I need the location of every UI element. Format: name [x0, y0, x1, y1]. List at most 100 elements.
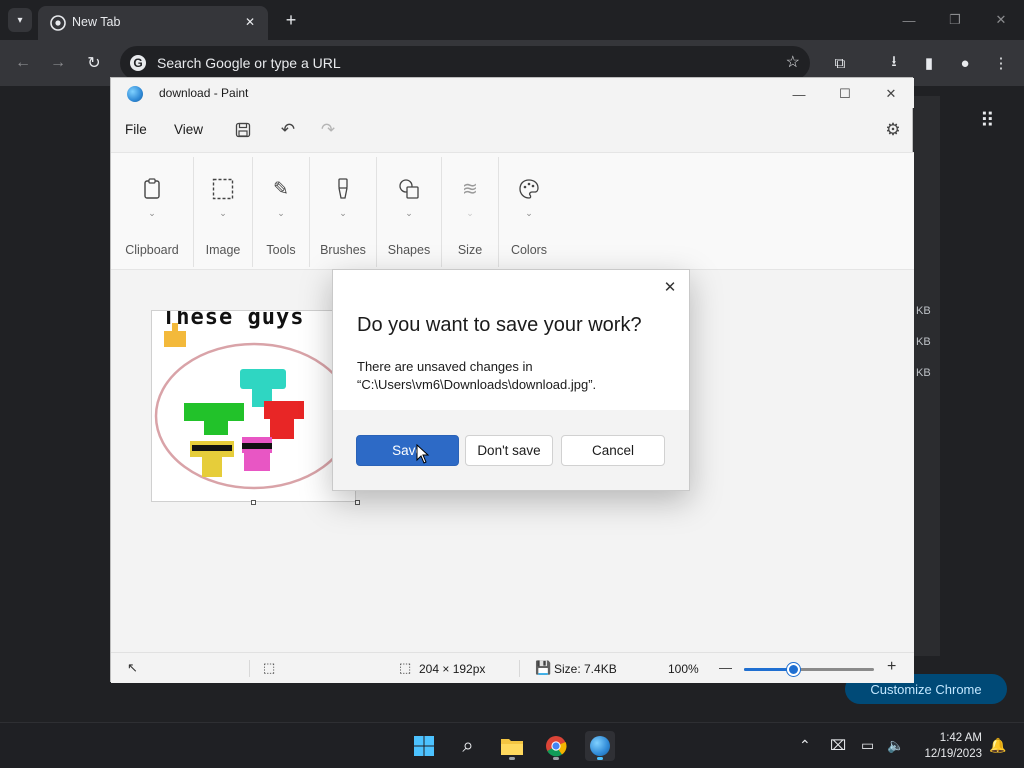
tools-icon: ✎	[273, 178, 289, 200]
close-icon[interactable]: ✕	[986, 8, 1016, 32]
paint-titlebar: download - Paint — ☐ ✕	[111, 78, 914, 108]
running-indicator	[509, 757, 515, 760]
zoom-slider-thumb[interactable]	[787, 663, 801, 676]
paint-taskbar-icon[interactable]	[585, 731, 615, 761]
divider	[249, 660, 250, 677]
size-icon: ≋	[462, 178, 478, 200]
statusbar: ↖ ⬚ ⬚ 204 × 192px 💾 Size: 7.4KB 100% — +	[111, 652, 914, 683]
chevron-down-icon: ⌄	[148, 207, 156, 218]
ribbon: ⌄ Clipboard ⌄ Image ✎ ⌄ Tools ⌄ Brushes	[111, 152, 914, 270]
palette-icon	[517, 177, 541, 201]
canvas-size-icon: ⬚	[399, 660, 412, 675]
ribbon-group-image[interactable]: ⌄ Image	[194, 153, 252, 271]
back-icon[interactable]: ←	[12, 52, 34, 74]
cancel-button[interactable]: Cancel	[561, 435, 665, 466]
mouse-cursor-icon	[416, 444, 430, 464]
taskbar: ⌕ ⌃ ⌧ ▭ 🔈 1:42 AM 12/19/2023 🔔	[0, 722, 1024, 768]
ribbon-label: Clipboard	[125, 243, 179, 257]
apps-grid-icon[interactable]: ⠿	[980, 108, 995, 133]
zoom-slider[interactable]	[744, 663, 874, 676]
side-size-label: KB	[916, 305, 931, 317]
chrome-taskbar-icon[interactable]	[541, 731, 571, 761]
start-icon[interactable]	[409, 731, 439, 761]
ribbon-label: Brushes	[320, 243, 366, 257]
selection-icon: ⬚	[263, 660, 276, 675]
menu-file[interactable]: File	[125, 122, 147, 137]
bookmark-star-icon[interactable]: ☆	[786, 52, 800, 72]
chevron-down-icon: ⌄	[339, 207, 347, 218]
side-size-label: KB	[916, 367, 931, 379]
file-size: Size: 7.4KB	[554, 662, 617, 676]
ribbon-group-size[interactable]: ≋ ⌄ Size	[442, 153, 498, 271]
save-dialog: ✕ Do you want to save your work? There a…	[332, 269, 690, 491]
ribbon-group-shapes[interactable]: ⌄ Shapes	[377, 153, 441, 271]
ribbon-group-brushes[interactable]: ⌄ Brushes	[310, 153, 376, 271]
search-icon[interactable]: ⌕	[453, 731, 483, 761]
notification-bell-icon[interactable]: 🔔	[989, 737, 1006, 754]
clock[interactable]: 1:42 AM 12/19/2023	[914, 730, 982, 762]
file-size-icon: 💾	[535, 660, 552, 675]
save-button[interactable]: Save	[356, 435, 459, 466]
omnibox[interactable]: G Search Google or type a URL ☆	[120, 46, 810, 80]
tab-title: New Tab	[72, 15, 121, 29]
display-icon[interactable]: ▭	[861, 737, 874, 754]
ribbon-label: Size	[457, 243, 483, 257]
minimize-icon[interactable]: —	[894, 8, 924, 32]
forward-icon[interactable]: →	[47, 52, 69, 74]
ribbon-group-tools[interactable]: ✎ ⌄ Tools	[253, 153, 309, 271]
zoom-out-icon[interactable]: —	[719, 660, 732, 675]
side-panel-icon[interactable]: ▮	[918, 52, 940, 74]
ribbon-label: Tools	[266, 243, 296, 257]
zoom-in-icon[interactable]: +	[887, 658, 896, 676]
dialog-footer: Save Don't save Cancel	[333, 410, 689, 490]
resize-handle[interactable]	[355, 500, 360, 505]
chevron-down-icon: ⌄	[277, 207, 285, 218]
tab-new-tab[interactable]: New Tab ✕	[38, 6, 268, 40]
close-icon[interactable]: ✕	[876, 83, 906, 105]
volume-icon[interactable]: 🔈	[887, 737, 904, 754]
brush-icon	[331, 177, 355, 201]
ribbon-label: Colors	[510, 243, 548, 257]
tab-close-icon[interactable]: ✕	[240, 12, 260, 32]
zoom-slider-fill	[744, 668, 794, 671]
ribbon-group-colors[interactable]: ⌄ Colors	[499, 153, 559, 271]
tab-search-button[interactable]: ▾	[8, 8, 32, 32]
extensions-icon[interactable]: ⧉	[829, 52, 851, 74]
save-icon[interactable]	[231, 118, 255, 142]
ribbon-label: Image	[205, 243, 241, 257]
reload-icon[interactable]: ↻	[83, 52, 105, 74]
paint-menubar: File View ↶ ↷ ⚙	[111, 108, 914, 152]
dont-save-button[interactable]: Don't save	[465, 435, 553, 466]
minimize-icon[interactable]: —	[784, 83, 814, 105]
network-icon[interactable]: ⌧	[830, 737, 846, 754]
settings-icon[interactable]: ⚙	[881, 118, 905, 142]
zoom-level: 100%	[668, 662, 699, 676]
running-indicator	[553, 757, 559, 760]
ribbon-group-clipboard[interactable]: ⌄ Clipboard	[111, 153, 193, 271]
menu-icon[interactable]: ⋮	[990, 52, 1012, 74]
ribbon-label: Shapes	[387, 243, 431, 257]
dialog-heading: Do you want to save your work?	[357, 314, 642, 336]
restore-icon[interactable]: ❐	[940, 8, 970, 32]
clock-date: 12/19/2023	[924, 748, 982, 760]
image-select-icon	[211, 177, 235, 201]
chevron-down-icon: ⌄	[219, 207, 227, 218]
new-tab-button[interactable]: +	[280, 9, 302, 31]
chevron-down-icon: ⌄	[466, 207, 474, 218]
clipboard-icon	[140, 177, 164, 201]
resize-handle[interactable]	[251, 500, 256, 505]
paint-app-icon	[127, 86, 143, 102]
chevron-up-icon[interactable]: ⌃	[799, 737, 811, 754]
maximize-icon[interactable]: ☐	[830, 83, 860, 105]
undo-icon[interactable]: ↶	[276, 118, 300, 142]
profile-icon[interactable]: ●	[954, 52, 976, 74]
dialog-close-icon[interactable]: ✕	[657, 274, 683, 300]
redo-icon[interactable]: ↷	[316, 118, 340, 142]
shapes-icon	[397, 177, 421, 201]
file-explorer-icon[interactable]	[497, 731, 527, 761]
side-size-label: KB	[916, 336, 931, 348]
menu-view[interactable]: View	[174, 122, 203, 137]
download-icon[interactable]: ⭳	[883, 52, 905, 74]
image-illustration	[154, 323, 354, 490]
canvas-image[interactable]: These guys	[151, 310, 356, 502]
